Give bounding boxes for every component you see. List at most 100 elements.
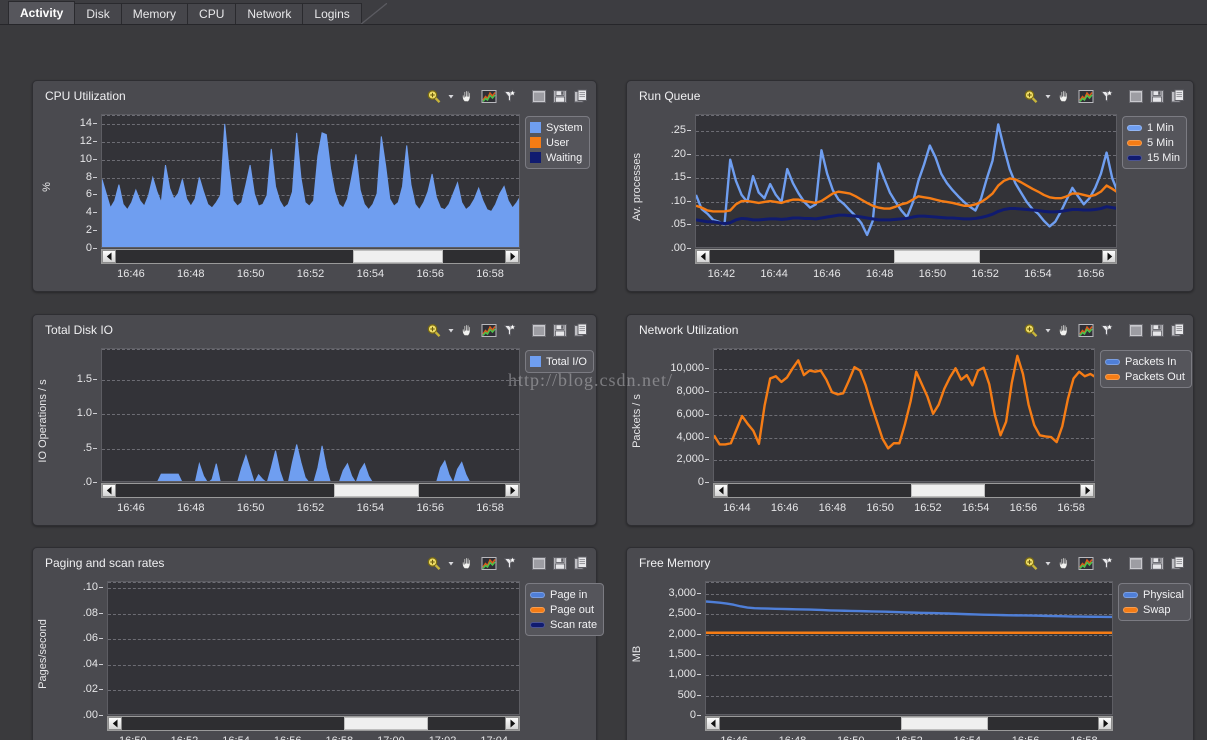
save-icon[interactable] bbox=[550, 321, 569, 339]
zoom-icon[interactable] bbox=[1021, 554, 1040, 572]
copy-icon[interactable] bbox=[571, 87, 590, 105]
maximize-icon[interactable] bbox=[1126, 554, 1145, 572]
zoom-dropdown-icon[interactable] bbox=[445, 554, 456, 572]
filter-icon[interactable] bbox=[500, 321, 519, 339]
save-icon[interactable] bbox=[1147, 87, 1166, 105]
zoom-icon[interactable] bbox=[1021, 87, 1040, 105]
save-icon[interactable] bbox=[550, 87, 569, 105]
scrollbar-thumb[interactable] bbox=[353, 250, 443, 263]
scroll-left-arrow-icon[interactable] bbox=[102, 250, 116, 263]
legend-item[interactable]: System bbox=[530, 120, 583, 135]
scrollbar-track[interactable] bbox=[728, 484, 1080, 497]
chart-icon[interactable] bbox=[1076, 321, 1095, 339]
scrollbar-thumb[interactable] bbox=[901, 717, 989, 730]
scrollbar-thumb[interactable] bbox=[333, 484, 420, 497]
plot-area-freemem[interactable] bbox=[705, 581, 1113, 715]
plot-area-paging[interactable] bbox=[107, 581, 520, 715]
legend-item[interactable]: Packets Out bbox=[1105, 369, 1185, 384]
copy-icon[interactable] bbox=[571, 321, 590, 339]
legend-item[interactable]: Total I/O bbox=[530, 354, 587, 369]
scroll-left-arrow-icon[interactable] bbox=[108, 717, 122, 730]
time-scrollbar-runqueue[interactable] bbox=[695, 249, 1117, 264]
time-scrollbar-freemem[interactable] bbox=[705, 716, 1113, 731]
scroll-right-arrow-icon[interactable] bbox=[505, 717, 519, 730]
copy-icon[interactable] bbox=[1168, 554, 1187, 572]
filter-icon[interactable] bbox=[500, 554, 519, 572]
legend-item[interactable]: 15 Min bbox=[1127, 150, 1180, 165]
scroll-left-arrow-icon[interactable] bbox=[706, 717, 720, 730]
zoom-icon[interactable] bbox=[424, 87, 443, 105]
filter-icon[interactable] bbox=[500, 87, 519, 105]
scrollbar-track[interactable] bbox=[720, 717, 1098, 730]
plot-area-network[interactable] bbox=[713, 348, 1095, 482]
tab-cpu[interactable]: CPU bbox=[187, 3, 237, 24]
chart-icon[interactable] bbox=[479, 554, 498, 572]
scrollbar-track[interactable] bbox=[122, 717, 505, 730]
scroll-right-arrow-icon[interactable] bbox=[1080, 484, 1094, 497]
scrollbar-track[interactable] bbox=[116, 250, 505, 263]
pan-hand-icon[interactable] bbox=[1055, 87, 1074, 105]
scroll-left-arrow-icon[interactable] bbox=[696, 250, 710, 263]
legend-item[interactable]: Waiting bbox=[530, 150, 583, 165]
scroll-right-arrow-icon[interactable] bbox=[505, 484, 519, 497]
legend-item[interactable]: Packets In bbox=[1105, 354, 1185, 369]
legend-item[interactable]: 1 Min bbox=[1127, 120, 1180, 135]
legend-item[interactable]: Page out bbox=[530, 602, 597, 617]
scrollbar-thumb[interactable] bbox=[894, 250, 981, 263]
chart-icon[interactable] bbox=[1076, 554, 1095, 572]
legend-item[interactable]: Swap bbox=[1123, 602, 1184, 617]
legend-item[interactable]: Physical bbox=[1123, 587, 1184, 602]
scroll-right-arrow-icon[interactable] bbox=[1098, 717, 1112, 730]
plot-area-runqueue[interactable] bbox=[695, 114, 1117, 248]
legend-item[interactable]: User bbox=[530, 135, 583, 150]
zoom-dropdown-icon[interactable] bbox=[445, 321, 456, 339]
tab-memory[interactable]: Memory bbox=[120, 3, 189, 24]
legend-item[interactable]: Scan rate bbox=[530, 617, 597, 632]
zoom-dropdown-icon[interactable] bbox=[445, 87, 456, 105]
plot-area-cpu[interactable] bbox=[101, 114, 520, 248]
chart-icon[interactable] bbox=[1076, 87, 1095, 105]
scroll-right-arrow-icon[interactable] bbox=[1102, 250, 1116, 263]
scroll-left-arrow-icon[interactable] bbox=[102, 484, 116, 497]
time-scrollbar-paging[interactable] bbox=[107, 716, 520, 731]
zoom-dropdown-icon[interactable] bbox=[1042, 554, 1053, 572]
scrollbar-track[interactable] bbox=[710, 250, 1102, 263]
pan-hand-icon[interactable] bbox=[458, 321, 477, 339]
save-icon[interactable] bbox=[1147, 554, 1166, 572]
scrollbar-track[interactable] bbox=[116, 484, 505, 497]
plot-area-diskio[interactable] bbox=[101, 348, 520, 482]
filter-icon[interactable] bbox=[1097, 554, 1116, 572]
tab-network[interactable]: Network bbox=[235, 3, 304, 24]
zoom-icon[interactable] bbox=[424, 554, 443, 572]
scroll-right-arrow-icon[interactable] bbox=[505, 250, 519, 263]
chart-icon[interactable] bbox=[479, 87, 498, 105]
pan-hand-icon[interactable] bbox=[458, 554, 477, 572]
copy-icon[interactable] bbox=[1168, 87, 1187, 105]
legend-item[interactable]: 5 Min bbox=[1127, 135, 1180, 150]
zoom-icon[interactable] bbox=[424, 321, 443, 339]
zoom-dropdown-icon[interactable] bbox=[1042, 87, 1053, 105]
copy-icon[interactable] bbox=[1168, 321, 1187, 339]
tab-disk[interactable]: Disk bbox=[74, 3, 122, 24]
maximize-icon[interactable] bbox=[1126, 87, 1145, 105]
legend-item[interactable]: Page in bbox=[530, 587, 597, 602]
maximize-icon[interactable] bbox=[529, 554, 548, 572]
pan-hand-icon[interactable] bbox=[458, 87, 477, 105]
chart-icon[interactable] bbox=[479, 321, 498, 339]
maximize-icon[interactable] bbox=[1126, 321, 1145, 339]
pan-hand-icon[interactable] bbox=[1055, 554, 1074, 572]
save-icon[interactable] bbox=[1147, 321, 1166, 339]
filter-icon[interactable] bbox=[1097, 87, 1116, 105]
zoom-icon[interactable] bbox=[1021, 321, 1040, 339]
time-scrollbar-cpu[interactable] bbox=[101, 249, 520, 264]
zoom-dropdown-icon[interactable] bbox=[1042, 321, 1053, 339]
copy-icon[interactable] bbox=[571, 554, 590, 572]
pan-hand-icon[interactable] bbox=[1055, 321, 1074, 339]
filter-icon[interactable] bbox=[1097, 321, 1116, 339]
time-scrollbar-diskio[interactable] bbox=[101, 483, 520, 498]
save-icon[interactable] bbox=[550, 554, 569, 572]
scroll-left-arrow-icon[interactable] bbox=[714, 484, 728, 497]
scrollbar-thumb[interactable] bbox=[911, 484, 985, 497]
maximize-icon[interactable] bbox=[529, 87, 548, 105]
maximize-icon[interactable] bbox=[529, 321, 548, 339]
